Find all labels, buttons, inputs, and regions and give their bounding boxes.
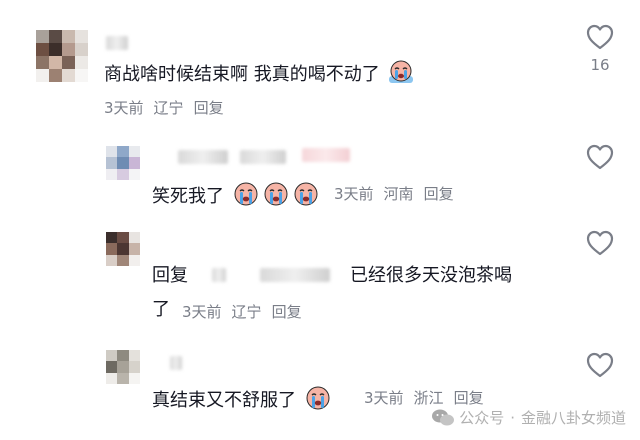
like-button[interactable] xyxy=(586,144,614,170)
comment-text: 真结束又不舒服了 xyxy=(152,384,332,413)
avatar[interactable] xyxy=(106,232,140,266)
like-button[interactable] xyxy=(586,352,614,378)
crying-emoji-icon xyxy=(389,60,414,83)
heart-outline-icon[interactable] xyxy=(586,352,614,378)
watermark-separator: · xyxy=(510,408,515,427)
crying-emoji-icon xyxy=(306,386,330,410)
comment-meta: 3天前 浙江 回复 xyxy=(364,388,494,408)
watermark-platform: 公众号 xyxy=(459,409,505,427)
crying-emoji-icon xyxy=(264,182,288,206)
username-blurred[interactable] xyxy=(212,268,226,282)
watermark: 公众号 · 金融八卦女频道 xyxy=(431,407,626,428)
comment-location: 浙江 xyxy=(413,389,444,407)
reply-button[interactable]: 回复 xyxy=(454,389,484,407)
username-blurred[interactable] xyxy=(170,356,182,370)
comment-location: 辽宁 xyxy=(231,303,262,321)
comment-meta: 3天前 辽宁 回复 xyxy=(104,98,234,118)
comment-text-prefix: 回复 xyxy=(152,265,188,286)
username-blurred[interactable] xyxy=(302,148,350,162)
crying-emoji-icon xyxy=(294,182,318,206)
username-blurred[interactable] xyxy=(260,268,330,282)
wechat-logo-icon xyxy=(432,409,455,425)
comment-location: 辽宁 xyxy=(153,99,184,117)
username-blurred[interactable] xyxy=(178,150,228,164)
heart-outline-icon[interactable] xyxy=(586,144,614,170)
comment-text: 笑死我了 xyxy=(152,180,320,209)
avatar[interactable] xyxy=(106,350,140,384)
comment-meta: 3天前 辽宁 回复 xyxy=(182,302,312,322)
heart-outline-icon[interactable] xyxy=(586,24,614,50)
reply-button[interactable]: 回复 xyxy=(194,99,224,117)
comment-date: 3天前 xyxy=(364,389,404,407)
comment-text: 商战啥时候结束啊 我真的喝不动了 xyxy=(104,58,415,87)
comment-date: 3天前 xyxy=(334,185,374,203)
like-button[interactable] xyxy=(586,230,614,256)
comment-text-line2: 了 xyxy=(152,299,170,320)
comment-meta: 3天前 河南 回复 xyxy=(334,184,464,204)
like-button[interactable]: 16 xyxy=(586,24,614,74)
username-blurred[interactable] xyxy=(106,36,128,50)
like-count: 16 xyxy=(590,56,610,74)
comment-date: 3天前 xyxy=(104,99,144,117)
reply-button[interactable]: 回复 xyxy=(424,185,454,203)
heart-outline-icon[interactable] xyxy=(586,230,614,256)
reply-button[interactable]: 回复 xyxy=(272,303,302,321)
comment-text: 已经很多天没泡茶喝 xyxy=(350,265,512,286)
comment-date: 3天前 xyxy=(182,303,222,321)
avatar[interactable] xyxy=(106,146,140,180)
username-blurred[interactable] xyxy=(240,150,286,164)
comment-location: 河南 xyxy=(383,185,414,203)
avatar[interactable] xyxy=(36,30,88,82)
crying-emoji-icon xyxy=(234,182,258,206)
watermark-account: 金融八卦女频道 xyxy=(520,409,626,427)
